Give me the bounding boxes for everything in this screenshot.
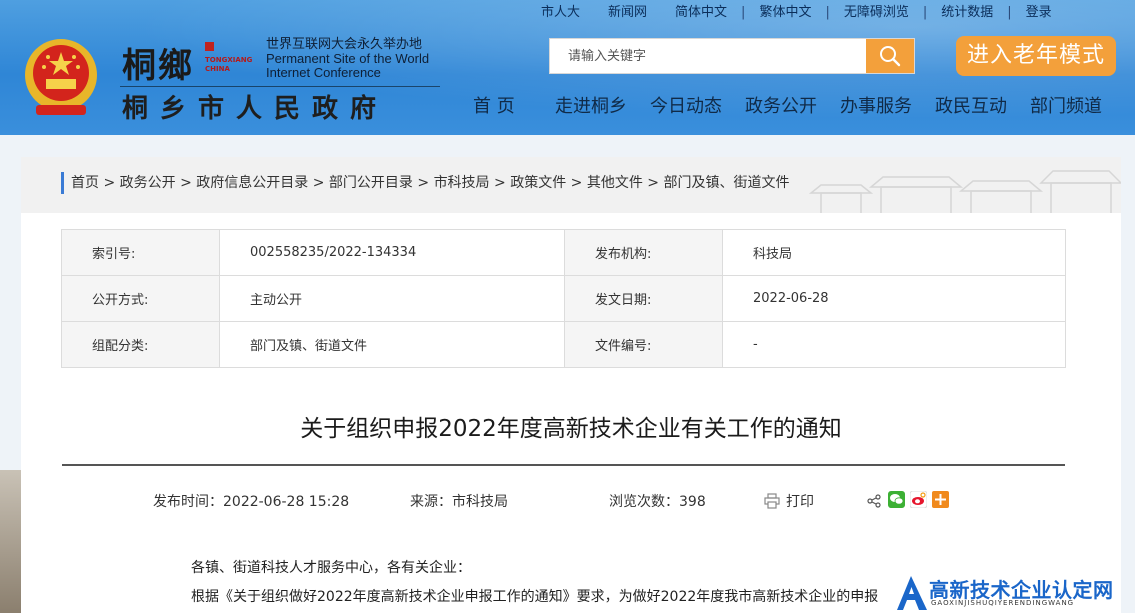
meta-value-doc-number: -: [722, 321, 1066, 368]
slogan-en-line1: Permanent Site of the World: [266, 51, 430, 66]
wechat-icon[interactable]: [888, 491, 905, 508]
table-row: 公开方式: 主动公开 发文日期: 2022-06-28: [61, 275, 1066, 322]
nav-item-interaction[interactable]: 政民互动: [935, 92, 1007, 118]
breadcrumb-separator: >: [566, 175, 587, 191]
title-divider: [62, 464, 1065, 466]
breadcrumb-separator: >: [489, 175, 511, 191]
top-link-login[interactable]: 登录: [1012, 4, 1066, 22]
meta-value-index: 002558235/2022-134334: [219, 229, 565, 276]
breadcrumb-separator: >: [308, 175, 329, 191]
breadcrumb-policy-docs[interactable]: 政策文件: [510, 175, 566, 191]
meta-key-publisher: 发布机构:: [564, 229, 723, 276]
document-meta-table: 索引号: 002558235/2022-134334 发布机构: 科技局 公开方…: [61, 229, 1066, 368]
breadcrumb-separator: >: [412, 175, 434, 191]
breadcrumb-gov-open[interactable]: 政务公开: [120, 175, 176, 191]
top-link-simplified[interactable]: 简体中文: [661, 4, 741, 22]
watermark-subtext: GAOXINJISHUQIYERENDINGWANG: [931, 599, 1075, 607]
source: 来源：市科技局: [410, 494, 508, 510]
share-icon[interactable]: [867, 494, 881, 508]
nav-item-gov-open[interactable]: 政务公开: [745, 92, 817, 118]
meta-key-doc-number: 文件编号:: [564, 321, 723, 368]
breadcrumb: 首页 > 政务公开 > 政府信息公开目录 > 部门公开目录 > 市科技局 > 政…: [61, 172, 789, 194]
publish-time: 发布时间：2022-06-28 15:28: [153, 494, 350, 510]
meta-key-disclosure: 公开方式:: [61, 275, 220, 322]
article-paragraph-1: 根据《关于组织做好2022年度高新技术企业申报工作的通知》要求，为做好2022年…: [191, 589, 879, 605]
nav-item-services[interactable]: 办事服务: [840, 92, 912, 118]
meta-value-disclosure: 主动公开: [219, 275, 565, 322]
more-share-icon[interactable]: [932, 491, 949, 508]
table-row: 索引号: 002558235/2022-134334 发布机构: 科技局: [61, 229, 1066, 276]
view-count: 浏览次数：398: [609, 494, 706, 510]
top-link-accessibility[interactable]: 无障碍浏览: [830, 4, 923, 22]
printer-icon: [764, 493, 780, 509]
breadcrumb-separator: >: [175, 175, 197, 191]
architecture-decoration-icon: [808, 170, 1121, 213]
slogan: 世界互联网大会永久举办地 Permanent Site of the World…: [266, 38, 429, 80]
meta-key-category: 组配分类:: [61, 321, 220, 368]
breadcrumb-dept-catalog[interactable]: 部门公开目录: [329, 175, 413, 191]
building-decoration: [0, 470, 21, 613]
article-title: 关于组织申报2022年度高新技术企业有关工作的通知: [300, 416, 842, 442]
breadcrumb-bar: 首页 > 政务公开 > 政府信息公开目录 > 部门公开目录 > 市科技局 > 政…: [21, 157, 1121, 213]
search-input[interactable]: [550, 39, 868, 73]
nav-item-news[interactable]: 今日动态: [650, 92, 722, 118]
breadcrumb-info-catalog[interactable]: 政府信息公开目录: [196, 175, 308, 191]
top-link-traditional[interactable]: 繁体中文: [745, 4, 825, 22]
search-icon: [880, 46, 901, 67]
content-panel: 首页 > 政务公开 > 政府信息公开目录 > 部门公开目录 > 市科技局 > 政…: [21, 157, 1121, 613]
search-button[interactable]: [866, 39, 914, 73]
nav-item-about[interactable]: 走进桐乡: [555, 92, 627, 118]
meta-value-date: 2022-06-28: [722, 275, 1066, 322]
watermark-logo-icon: [897, 576, 927, 610]
logo-divider: [120, 86, 440, 87]
meta-key-index: 索引号:: [61, 229, 220, 276]
nav-item-home[interactable]: 首 页: [473, 92, 515, 118]
pinyin-line2: CHINA: [205, 65, 230, 73]
watermark: 高新技术企业认定网 GAOXINJISHUQIYERENDINGWANG: [897, 572, 1135, 613]
city-logo-calligraphy: 桐鄉: [122, 46, 194, 86]
print-button[interactable]: 打印: [764, 491, 814, 511]
meta-key-date: 发文日期:: [564, 275, 723, 322]
breadcrumb-tech-bureau[interactable]: 市科技局: [434, 175, 490, 191]
meta-value-publisher: 科技局: [722, 229, 1066, 276]
meta-value-category: 部门及镇、街道文件: [219, 321, 565, 368]
print-label: 打印: [786, 494, 814, 510]
slogan-en-line2: Internet Conference: [266, 65, 381, 80]
main-nav: 首 页 走进桐乡 今日动态 政务公开 办事服务 政民互动 部门频道: [0, 92, 1135, 120]
slogan-cn: 世界互联网大会永久举办地: [266, 37, 423, 52]
breadcrumb-other-docs[interactable]: 其他文件: [587, 175, 643, 191]
red-stamp-icon: [205, 42, 214, 51]
city-logo-pinyin: TONGXIANG CHINA: [205, 42, 260, 74]
top-links-bar: 市人大 新闻网 简体中文 | 繁体中文 | 无障碍浏览 | 统计数据 | 登录: [527, 4, 1066, 22]
top-link-statistics[interactable]: 统计数据: [927, 4, 1007, 22]
breadcrumb-dept-town-docs[interactable]: 部门及镇、街道文件: [663, 175, 789, 191]
search-box: [549, 38, 915, 74]
elder-mode-button[interactable]: 进入老年模式: [956, 36, 1116, 76]
article-greeting: 各镇、街道科技人才服务中心，各有关企业：: [191, 560, 471, 576]
pinyin-line1: TONGXIANG: [205, 56, 253, 64]
top-link-news[interactable]: 新闻网: [594, 4, 661, 22]
top-link-renda[interactable]: 市人大: [527, 4, 594, 22]
weibo-icon[interactable]: [910, 491, 927, 508]
table-row: 组配分类: 部门及镇、街道文件 文件编号: -: [61, 321, 1066, 368]
breadcrumb-separator: >: [642, 175, 664, 191]
breadcrumb-separator: >: [99, 175, 120, 191]
nav-item-departments[interactable]: 部门频道: [1030, 92, 1102, 118]
breadcrumb-home[interactable]: 首页: [71, 175, 99, 191]
site-header: 市人大 新闻网 简体中文 | 繁体中文 | 无障碍浏览 | 统计数据 | 登录 …: [0, 0, 1135, 135]
